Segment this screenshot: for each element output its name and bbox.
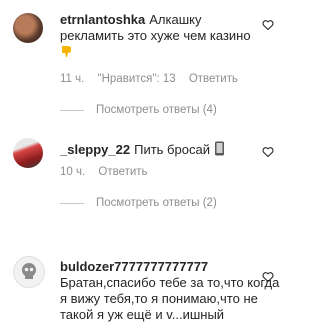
comment-text: etrnlantoshka Алкашку рекламить это хуже …: [60, 12, 260, 62]
view-replies-label: Посмотреть ответы (4): [96, 104, 217, 116]
divider-line: [60, 202, 84, 204]
reply-button[interactable]: Ответить: [189, 73, 238, 85]
mobile-phone-icon: [214, 141, 225, 160]
likes-count[interactable]: "Нравится": 13: [98, 73, 176, 85]
like-heart-icon[interactable]: [262, 271, 274, 283]
comment-time: 10 ч.: [60, 166, 86, 178]
like-heart-icon[interactable]: [262, 19, 274, 31]
avatar[interactable]: [13, 256, 45, 288]
comment-text: _sleppy_22 Пить бросай: [60, 141, 260, 160]
comment-username[interactable]: buldozer7777777777777: [60, 259, 208, 274]
view-replies-label: Посмотреть ответы (2): [96, 197, 217, 209]
comment-meta: 11 ч. "Нравится": 13 Ответить: [60, 73, 248, 85]
comment-body: Пить бросай: [134, 141, 210, 157]
avatar[interactable]: [13, 13, 43, 43]
reply-button[interactable]: Ответить: [98, 166, 147, 178]
divider-line: [60, 109, 84, 111]
view-replies-button[interactable]: Посмотреть ответы (4): [60, 104, 217, 116]
comment-username[interactable]: _sleppy_22: [60, 142, 130, 157]
like-heart-icon[interactable]: [262, 146, 274, 158]
comment-meta: 10 ч. Ответить: [60, 166, 158, 178]
comment-username[interactable]: etrnlantoshka: [60, 12, 145, 27]
view-replies-button[interactable]: Посмотреть ответы (2): [60, 197, 217, 209]
comment-text: buldozer7777777777777 Братан,спасибо теб…: [60, 259, 282, 323]
thumbs-down-icon: [60, 44, 74, 62]
skull-icon: [22, 263, 36, 279]
avatar[interactable]: [13, 138, 43, 168]
comment-time: 11 ч.: [60, 73, 85, 85]
comment-body: Братан,спасибо тебе за то,что когда я ви…: [60, 275, 280, 322]
